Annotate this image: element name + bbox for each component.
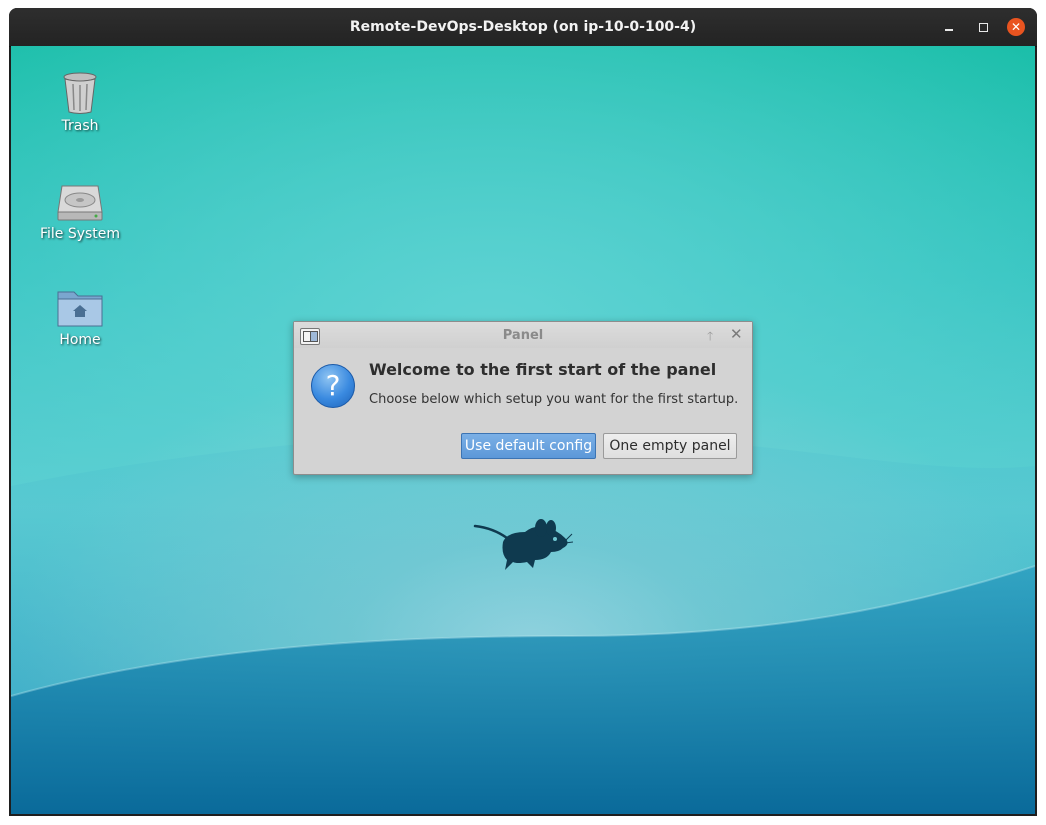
close-icon[interactable]: ✕	[1007, 18, 1025, 36]
panel-welcome-dialog: Panel 🡑 ✕ ? Welcome to the first start o…	[293, 321, 753, 475]
desktop-icon-label: File System	[39, 226, 121, 242]
remote-desktop-window: Remote-DevOps-Desktop (on ip-10-0-100-4)…	[9, 8, 1037, 816]
dialog-titlebar[interactable]: Panel 🡑 ✕	[294, 322, 752, 348]
window-titlebar[interactable]: Remote-DevOps-Desktop (on ip-10-0-100-4)…	[9, 8, 1037, 47]
question-icon: ?	[311, 364, 355, 408]
desktop[interactable]: Trash File System Home Panel 🡑 ✕ ? Welco…	[11, 46, 1035, 814]
dialog-message: Choose below which setup you want for th…	[369, 392, 739, 407]
desktop-icon-label: Trash	[61, 118, 99, 134]
dialog-heading: Welcome to the first start of the panel	[369, 360, 717, 379]
trash-icon	[56, 68, 104, 116]
dialog-title: Panel	[502, 328, 544, 343]
xfce-mouse-logo	[473, 519, 573, 570]
keep-above-icon[interactable]: 🡑	[707, 327, 713, 348]
hard-drive-icon	[56, 176, 104, 224]
use-default-config-button[interactable]: Use default config	[461, 433, 596, 459]
desktop-icon-home[interactable]: Home	[30, 282, 130, 348]
desktop-icon-file-system[interactable]: File System	[30, 176, 130, 242]
minimize-icon[interactable]	[940, 18, 958, 36]
maximize-icon[interactable]	[974, 18, 992, 36]
window-title: Remote-DevOps-Desktop (on ip-10-0-100-4)	[349, 19, 697, 35]
home-folder-icon	[56, 282, 104, 330]
one-empty-panel-button[interactable]: One empty panel	[603, 433, 737, 459]
desktop-icon-trash[interactable]: Trash	[30, 68, 130, 134]
desktop-icon-label: Home	[59, 332, 101, 348]
dialog-close-icon[interactable]: ✕	[730, 325, 743, 343]
